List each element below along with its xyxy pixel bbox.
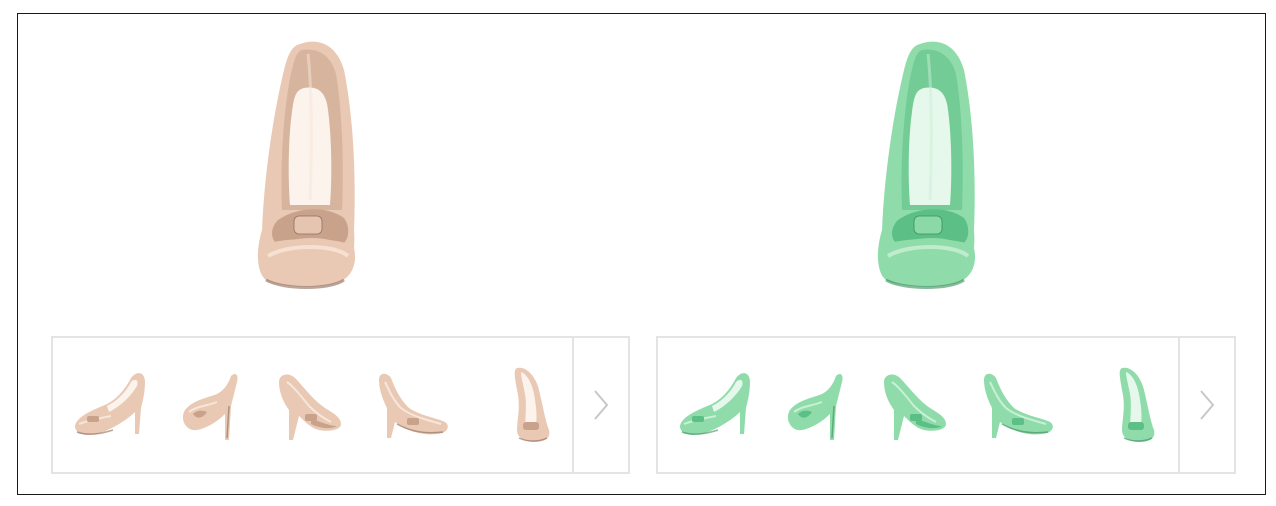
thumbnail-back-three-quarter[interactable] — [167, 360, 253, 448]
chevron-right-icon — [1198, 388, 1216, 422]
thumbnail-back-three-quarter[interactable] — [772, 360, 858, 448]
thumbnail-side-right[interactable] — [367, 360, 453, 448]
thumbnail-heel-angle[interactable] — [265, 360, 351, 448]
thumbnail-side-left[interactable] — [672, 360, 758, 448]
chevron-right-icon — [592, 388, 610, 422]
thumbnail-front-angle[interactable] — [1092, 360, 1178, 448]
carousel-next-button[interactable] — [1178, 338, 1234, 472]
thumbnail-heel-angle[interactable] — [870, 360, 956, 448]
carousel-next-button[interactable] — [572, 338, 628, 472]
thumbnail-carousel — [51, 336, 630, 474]
thumbnail-carousel — [656, 336, 1236, 474]
thumbnail-front-angle[interactable] — [487, 360, 573, 448]
thumbnail-side-left[interactable] — [67, 360, 153, 448]
main-product-image[interactable] — [858, 30, 998, 300]
main-product-image[interactable] — [238, 30, 378, 300]
thumbnail-side-right[interactable] — [972, 360, 1058, 448]
